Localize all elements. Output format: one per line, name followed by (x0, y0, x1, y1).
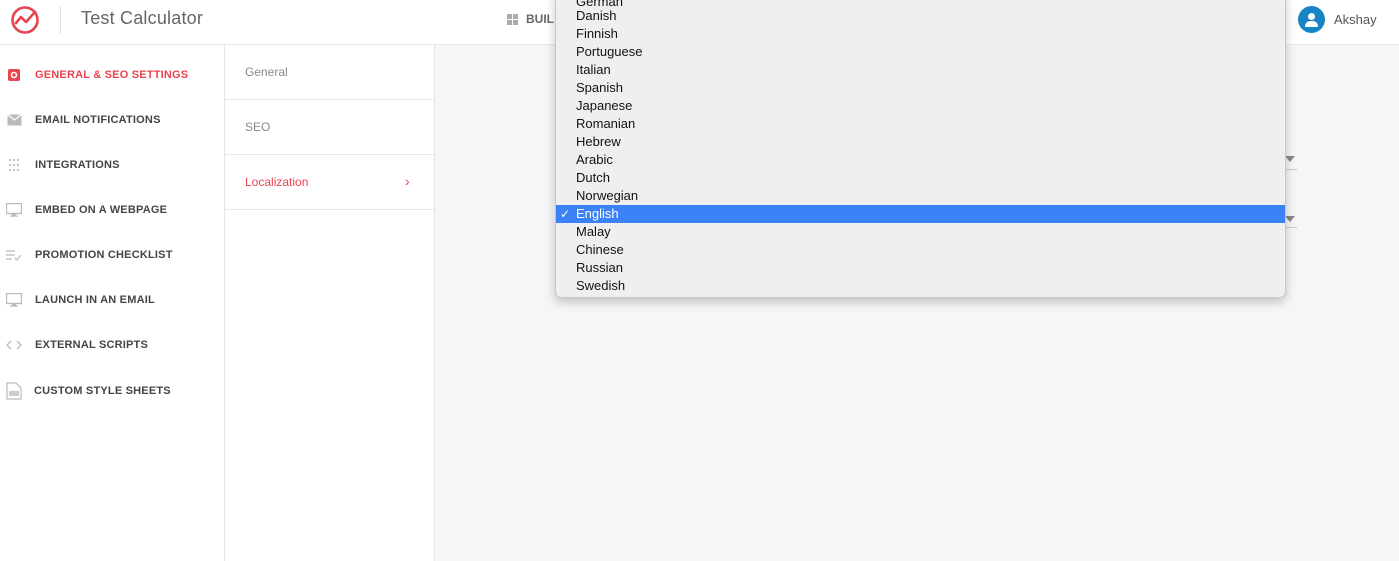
settings-subnav: General SEO Localization › (225, 45, 435, 561)
subnav-item-localization[interactable]: Localization › (225, 155, 434, 210)
language-option-chinese[interactable]: Chinese (556, 241, 1285, 259)
language-option-romanian[interactable]: Romanian (556, 115, 1285, 133)
css-file-icon (6, 382, 22, 400)
sidebar-item-label: LAUNCH IN AN EMAIL (35, 294, 155, 306)
language-option-russian[interactable]: Russian (556, 259, 1285, 277)
language-option-hebrew[interactable]: Hebrew (556, 133, 1285, 151)
header-divider (60, 6, 61, 34)
sidebar-item-embed-on-webpage[interactable]: EMBED ON A WEBPAGE (0, 188, 225, 232)
sidebar-item-integrations[interactable]: INTEGRATIONS (0, 143, 225, 187)
subnav-item-general[interactable]: General (225, 45, 434, 100)
language-option-japanese[interactable]: Japanese (556, 97, 1285, 115)
checkmark-icon: ✓ (560, 207, 571, 221)
sidebar-item-launch-in-email[interactable]: LAUNCH IN AN EMAIL (0, 278, 225, 322)
monitor-icon (6, 292, 22, 308)
sidebar-item-external-scripts[interactable]: EXTERNAL SCRIPTS (0, 323, 225, 367)
language-option-finnish[interactable]: Finnish (556, 25, 1285, 43)
select-caret-icon[interactable] (1285, 216, 1295, 222)
sidebar-item-promotion-checklist[interactable]: PROMOTION CHECKLIST (0, 233, 225, 277)
sidebar-item-label: EMAIL NOTIFICATIONS (35, 114, 161, 126)
select-underline (1285, 169, 1297, 170)
logo-icon[interactable] (9, 4, 41, 36)
language-option-danish[interactable]: Danish (556, 7, 1285, 25)
subnav-item-label: Localization (245, 175, 309, 189)
gear-icon (6, 67, 22, 83)
select-underline (1285, 227, 1297, 228)
language-option-portuguese[interactable]: Portuguese (556, 43, 1285, 61)
user-menu[interactable]: Akshay (1298, 6, 1377, 33)
sidebar-item-custom-style-sheets[interactable]: CUSTOM STYLE SHEETS (0, 369, 225, 413)
sidebar-item-label: GENERAL & SEO SETTINGS (35, 69, 189, 81)
subnav-item-label: SEO (245, 120, 271, 134)
language-option-english[interactable]: ✓ English (556, 205, 1285, 223)
sidebar-item-email-notifications[interactable]: EMAIL NOTIFICATIONS (0, 98, 225, 142)
builder-tab[interactable]: BUIL (507, 12, 554, 26)
avatar-icon (1298, 6, 1325, 33)
language-option-arabic[interactable]: Arabic (556, 151, 1285, 169)
language-option-italian[interactable]: Italian (556, 61, 1285, 79)
sidebar-item-label: INTEGRATIONS (35, 159, 120, 171)
envelope-icon (6, 112, 22, 128)
user-name: Akshay (1334, 12, 1377, 27)
builder-tab-label: BUIL (526, 12, 554, 26)
language-option-dutch[interactable]: Dutch (556, 169, 1285, 187)
language-option-spanish[interactable]: Spanish (556, 79, 1285, 97)
language-option-swedish[interactable]: Swedish (556, 277, 1285, 295)
language-dropdown-list[interactable]: German Danish Finnish Portuguese Italian… (555, 0, 1286, 298)
monitor-icon (6, 202, 22, 218)
code-icon (6, 337, 22, 353)
select-caret-icon[interactable] (1285, 156, 1295, 162)
sidebar-item-label: EXTERNAL SCRIPTS (35, 339, 149, 351)
chevron-right-icon: › (405, 173, 410, 189)
sidebar-item-general-seo-settings[interactable]: GENERAL & SEO SETTINGS (0, 53, 225, 97)
subnav-item-label: General (245, 65, 288, 79)
subnav-item-seo[interactable]: SEO (225, 100, 434, 155)
settings-sidebar: GENERAL & SEO SETTINGS EMAIL NOTIFICATIO… (0, 45, 225, 561)
sidebar-item-label: CUSTOM STYLE SHEETS (34, 385, 171, 397)
sidebar-item-label: PROMOTION CHECKLIST (35, 249, 173, 261)
language-option-malay[interactable]: Malay (556, 223, 1285, 241)
checklist-icon (6, 247, 22, 263)
sidebar-item-label: EMBED ON A WEBPAGE (35, 204, 168, 216)
app-title: Test Calculator (81, 8, 204, 28)
language-option-norwegian[interactable]: Norwegian (556, 187, 1285, 205)
dots-grid-icon (6, 157, 22, 173)
builder-grid-icon (507, 13, 518, 25)
